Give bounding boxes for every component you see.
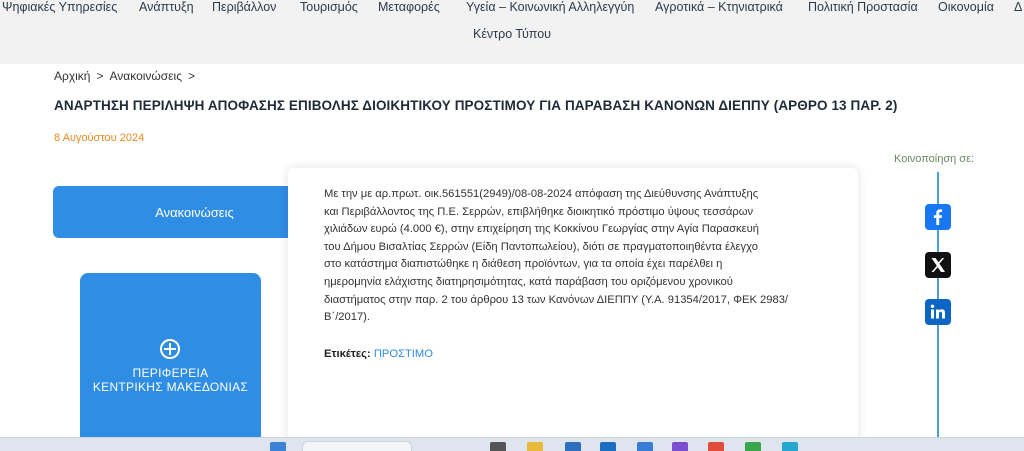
start-icon[interactable] <box>270 442 286 451</box>
facebook-icon[interactable] <box>925 204 951 230</box>
breadcrumb-separator: > <box>187 69 195 83</box>
app-icon[interactable] <box>745 442 761 451</box>
logo-text-line2: ΚΕΝΤΡΙΚΗΣ ΜΑΚΕΔΟΝΙΑΣ <box>92 380 249 394</box>
breadcrumb-announcements[interactable]: Ανακοινώσεις <box>109 69 182 83</box>
top-nav-row-2: Κέντρο Τύπου <box>0 27 1024 41</box>
breadcrumb-home[interactable]: Αρχική <box>54 69 90 83</box>
edge-icon[interactable] <box>782 442 798 451</box>
article-card: Με την με αρ.πρωτ. οικ.561551(2949)/08-0… <box>288 168 858 451</box>
x-icon[interactable] <box>925 252 951 278</box>
article-line: διαστήματος στην παρ. 2 του άρθρου 13 τω… <box>324 293 789 306</box>
nav-item-environment[interactable]: Περιβάλλον <box>212 0 276 14</box>
article-line: Β΄/2017). <box>324 311 371 324</box>
task-view-icon[interactable] <box>490 442 506 451</box>
article-line: του Δήμου Βισαλτίας Σερρών (Είδη Παντοπω… <box>324 240 758 253</box>
taskbar-search-box[interactable] <box>302 441 412 451</box>
nav-item-digital-services[interactable]: Ψηφιακές Υπηρεσίες <box>2 0 117 14</box>
app-icon[interactable] <box>672 442 688 451</box>
nav-item-development[interactable]: Ανάπτυξη <box>139 0 194 14</box>
nav-item-tourism[interactable]: Τουρισμός <box>300 0 358 14</box>
nav-item-health[interactable]: Υγεία – Κοινωνική Αλληλεγγύη <box>466 0 634 14</box>
tags-label: Ετικέτες: <box>324 348 371 360</box>
article-line: στο κατάστημα διαπιστώθηκε η διάθεση προ… <box>324 258 723 271</box>
article-line: Με την με αρ.πρωτ. οικ.561551(2949)/08-0… <box>324 188 759 200</box>
article-line: χιλιάδων ευρώ (4.000 €), στην επιχείρηση… <box>324 223 759 236</box>
app-icon[interactable] <box>637 442 653 451</box>
region-logo-card[interactable]: ΠΕΡΙΦΕΡΕΙΑ ΚΕΝΤΡΙΚΗΣ ΜΑΚΕΔΟΝΙΑΣ <box>80 273 261 443</box>
os-taskbar <box>0 437 1024 451</box>
article-body: Με την με αρ.πρωτ. οικ.561551(2949)/08-0… <box>324 186 814 327</box>
nav-item-press-center[interactable]: Κέντρο Τύπου <box>473 27 551 41</box>
publish-date: 8 Αυγούστου 2024 <box>54 132 145 144</box>
top-nav-row: Ψηφιακές Υπηρεσίες Ανάπτυξη Περιβάλλον Τ… <box>0 0 1024 18</box>
share-label: Κοινοποίηση σε: <box>894 153 975 165</box>
breadcrumb-separator: > <box>96 69 104 83</box>
linkedin-icon[interactable] <box>925 299 951 325</box>
nav-item-overflow[interactable]: Δ <box>1014 0 1022 14</box>
store-icon[interactable] <box>565 442 581 451</box>
region-emblem-icon <box>160 339 180 359</box>
article-line: ημερομηνία ελάχιστης διατηρησιμότητας, κ… <box>324 275 733 288</box>
nav-item-agriculture[interactable]: Αγροτικά – Κτηνιατρικά <box>655 0 783 14</box>
breadcrumb: Αρχική > Ανακοινώσεις > <box>54 69 201 83</box>
mail-icon[interactable] <box>600 442 616 451</box>
top-navigation: Ψηφιακές Υπηρεσίες Ανάπτυξη Περιβάλλον Τ… <box>0 0 1024 64</box>
chrome-icon[interactable] <box>708 442 724 451</box>
tag-link[interactable]: ΠΡΟΣΤΙΜΟ <box>374 348 433 360</box>
tags-row: Ετικέτες: ΠΡΟΣΤΙΜΟ <box>324 348 433 360</box>
nav-item-civil-protection[interactable]: Πολιτική Προστασία <box>808 0 918 14</box>
page-title: ΑΝΑΡΤΗΣΗ ΠΕΡΙΛΗΨΗ ΑΠΟΦΑΣΗΣ ΕΠΙΒΟΛΗΣ ΔΙΟΙ… <box>54 98 898 113</box>
article-line: και Περιβάλλοντος της Π.Ε. Σερρών, επιβλ… <box>324 205 754 218</box>
nav-item-economy[interactable]: Οικονομία <box>938 0 994 14</box>
logo-text-line1: ΠΕΡΙΦΕΡΕΙΑ <box>132 366 209 380</box>
file-explorer-icon[interactable] <box>527 442 543 451</box>
nav-item-transport[interactable]: Μεταφορές <box>378 0 440 14</box>
